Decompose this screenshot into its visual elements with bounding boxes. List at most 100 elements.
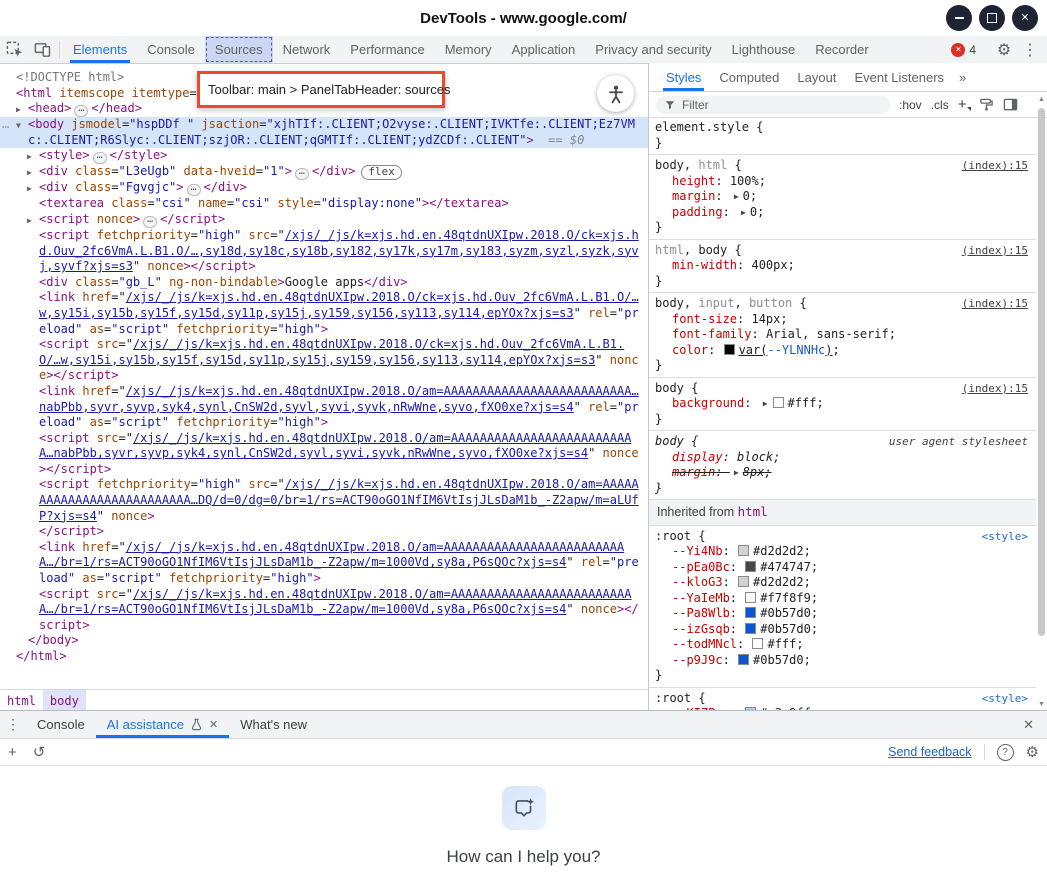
inherited-tag-link[interactable]: html [738,504,768,519]
css-property-value[interactable]: block [737,450,773,464]
color-swatch[interactable] [745,561,756,572]
rule-selector[interactable]: <style>:root { [655,691,1028,707]
breadcrumb-body[interactable]: body [43,690,86,711]
dom-node-line[interactable]: …▼<body jsmodel="hspDDf " jsaction="xjhT… [0,117,648,148]
css-property-name[interactable]: min-width [672,258,737,272]
accessibility-cursor-button[interactable] [597,75,634,112]
css-property-name[interactable]: --Pa8Wlb [672,606,730,620]
sidebar-tab-computed[interactable]: Computed [710,63,788,91]
close-tab-icon[interactable]: ✕ [209,718,218,731]
scrollbar-thumb[interactable] [1038,108,1045,636]
dom-node-line[interactable]: ▶<div class="Fgvgjc">…</div> [0,180,648,196]
color-swatch[interactable] [724,344,735,355]
sidebar-tab-styles[interactable]: Styles [657,63,710,91]
history-button[interactable]: ↺ [33,743,46,761]
rule-selector[interactable]: element.style { [655,120,1028,136]
css-declaration[interactable]: --kloG3: #d2d2d2; [655,575,1028,591]
collapsed-content-button[interactable]: … [74,105,88,117]
inspect-element-button[interactable] [0,36,28,63]
css-declaration[interactable]: --p9J9c: #0b57d0; [655,653,1028,669]
css-property-name[interactable]: --kloG3 [672,575,723,589]
more-options-button[interactable]: ⋮ [1017,40,1043,60]
stylesheet-source-link[interactable]: (index):15 [962,381,1028,397]
tab-privacy-and-security[interactable]: Privacy and security [585,36,721,63]
expand-arrow-icon[interactable]: ▶ [27,181,32,197]
dom-node-line[interactable]: <textarea class="csi" name="csi" style="… [0,196,648,212]
stylesheet-source-link[interactable]: (index):15 [962,296,1028,312]
close-drawer-button[interactable]: ✕ [1010,711,1047,738]
tab-sources[interactable]: Sources [205,36,273,63]
color-swatch[interactable] [745,592,756,603]
css-declaration[interactable]: margin: ▶0; [655,189,1028,205]
css-property-value[interactable]: ) [825,343,832,357]
css-property-value[interactable]: Arial, sans-serif [766,327,889,341]
color-swatch[interactable] [738,654,749,665]
ai-settings-button[interactable]: ⚙ [1026,743,1039,761]
rule-selector[interactable]: (index):15body { [655,381,1028,397]
resource-link[interactable]: /xjs/_/js/k=xjs.hd.en.48qtdnUXIpw.2018.O… [39,384,639,414]
dom-node-line[interactable]: <script src="/xjs/_/js/k=xjs.hd.en.48qtd… [0,587,648,634]
css-property-value[interactable]: #474747 [760,560,811,574]
css-property-name[interactable]: display [672,450,723,464]
styles-filter-input[interactable]: Filter [656,96,890,114]
stylesheet-source-link[interactable]: (index):15 [962,158,1028,174]
collapsed-content-button[interactable]: … [295,168,309,180]
breadcrumb-html[interactable]: html [0,690,43,711]
dom-node-line[interactable]: <link href="/xjs/_/js/k=xjs.hd.en.48qtdn… [0,540,648,587]
css-property-name[interactable]: height [672,174,715,188]
stylesheet-source-link[interactable]: <style> [982,691,1028,707]
css-property-value[interactable]: #0b57d0 [753,653,804,667]
tab-elements[interactable]: Elements [63,36,137,63]
toggle-element-state-button[interactable]: :hov [899,98,922,112]
rule-selector[interactable]: (index):15html, body { [655,243,1028,259]
dom-node-line[interactable]: <script src="/xjs/_/js/k=xjs.hd.en.48qtd… [0,337,648,384]
stylesheet-source-link[interactable]: (index):15 [962,243,1028,259]
dom-node-line[interactable]: ▶<div class="L3eUgb" data-hveid="1">…</d… [0,164,648,180]
sidebar-tab-event-listeners[interactable]: Event Listeners [845,63,953,91]
tab-recorder[interactable]: Recorder [805,36,878,63]
collapsed-content-button[interactable]: … [143,216,157,228]
css-property-name[interactable]: font-size [672,312,737,326]
rule-selector[interactable]: (index):15body, html { [655,158,1028,174]
css-property-name[interactable]: margin [672,189,715,203]
css-declaration[interactable]: font-family: Arial, sans-serif; [655,327,1028,343]
css-property-value[interactable]: var( [739,343,768,357]
dom-node-line[interactable]: ▶<script nonce>…</script> [0,212,648,228]
expand-arrow-icon[interactable]: ▶ [27,165,32,181]
css-property-value[interactable]: 8px [743,465,765,479]
rule-selector[interactable]: (index):15body, input, button { [655,296,1028,312]
css-property-value[interactable]: #d2d2d2 [753,544,804,558]
dom-node-line[interactable]: </html> [0,649,648,665]
collapse-arrow-icon[interactable]: ▼ [16,118,21,134]
color-swatch[interactable] [773,397,784,408]
expand-arrow-icon[interactable]: ▶ [27,149,32,165]
css-property-name[interactable]: --izGsqb [672,622,730,636]
css-declaration[interactable]: --pEa0Bc: #474747; [655,560,1028,576]
expand-value-icon[interactable]: ▶ [763,396,768,412]
expand-value-icon[interactable]: ▶ [741,205,746,221]
css-property-name[interactable]: color [672,343,708,357]
css-declaration[interactable]: color: var(--YLNNHc); [655,343,1028,359]
expand-value-icon[interactable]: ▶ [734,465,739,481]
css-property-value[interactable]: #0b57d0 [760,606,811,620]
settings-button[interactable]: ⚙ [991,40,1017,60]
collapsed-content-button[interactable]: … [187,184,201,196]
new-chat-button[interactable]: + [8,744,17,761]
css-property-value[interactable]: 0 [750,205,757,219]
css-property-name[interactable]: font-family [672,327,751,341]
css-property-value[interactable]: --YLNNHc [767,343,825,357]
css-declaration[interactable]: min-width: 400px; [655,258,1028,274]
sidebar-tab-layout[interactable]: Layout [788,63,845,91]
css-declaration[interactable]: margin: ▶8px; [655,465,1028,481]
dock-sidebar-icon[interactable] [1003,97,1018,112]
device-toolbar-button[interactable] [28,36,56,63]
resource-link[interactable]: /xjs/_/js/k=xjs.hd.en.48qtdnUXIpw.2018.O… [39,540,624,570]
css-declaration[interactable]: background: ▶#fff; [655,396,1028,412]
color-swatch[interactable] [738,576,749,587]
css-property-value[interactable]: 100% [730,174,759,188]
tab-network[interactable]: Network [273,36,341,63]
resource-link[interactable]: /xjs/_/js/k=xjs.hd.en.48qtdnUXIpw.2018.O… [39,290,639,320]
stylesheet-source-link[interactable]: <style> [982,529,1028,545]
scroll-up-icon[interactable]: ▲ [1036,96,1047,103]
tab-memory[interactable]: Memory [435,36,502,63]
